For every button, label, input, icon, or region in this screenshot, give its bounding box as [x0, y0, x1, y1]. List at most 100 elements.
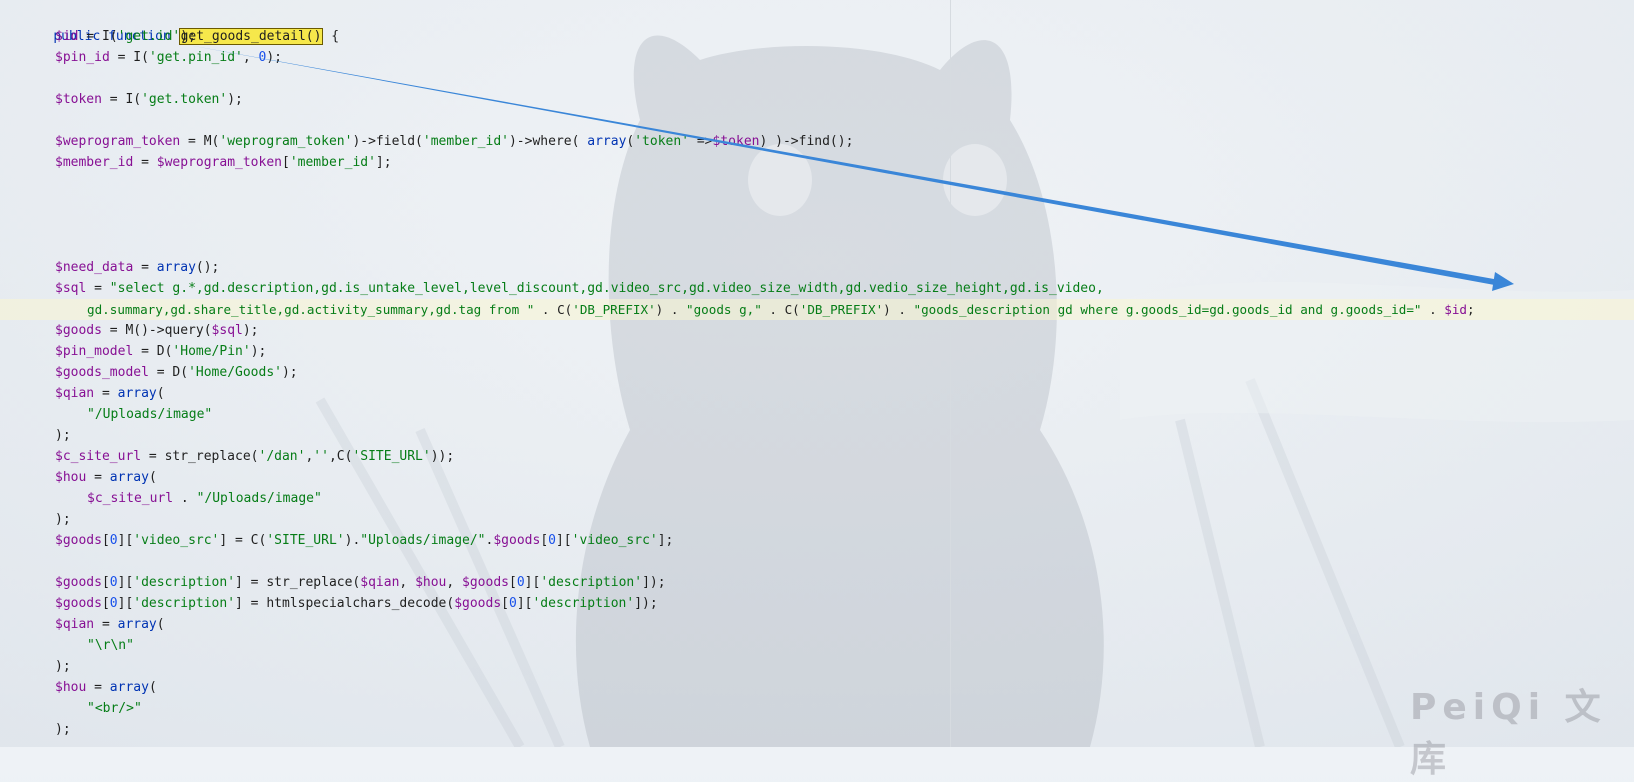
string: "select g.*,gd.description,gd.is_untake_… — [109, 281, 1104, 296]
operator: = M()->query( — [101, 323, 212, 338]
punctuation: ( — [148, 680, 157, 695]
variable: $qian — [55, 386, 95, 401]
code-line-4[interactable]: $token = I('get.token'); — [0, 89, 1634, 110]
punctuation: ); — [266, 50, 282, 65]
punctuation: ][ — [555, 533, 572, 548]
string: 'description' — [133, 596, 236, 611]
punctuation: [ — [540, 533, 549, 548]
string: 'SITE_URL' — [352, 449, 431, 464]
string: "/Uploads/image" — [196, 491, 322, 506]
string: 'member_id' — [289, 155, 376, 170]
operator: ) . — [655, 302, 687, 317]
punctuation: ]; — [375, 155, 392, 170]
variable: $goods — [55, 323, 102, 338]
variable: $weprogram_token — [55, 134, 181, 149]
string: 'DB_PREFIX' — [572, 302, 656, 317]
code-line-22[interactable]: $goods[0]['description'] = htmlspecialch… — [0, 593, 1634, 614]
punctuation: ( — [156, 386, 165, 401]
code-line-16[interactable]: $c_site_url = str_replace('/dan','',C('S… — [0, 446, 1634, 467]
code-line-13[interactable]: $qian = array( — [0, 383, 1634, 404]
operator: => — [689, 134, 713, 149]
string: 'weprogram_token' — [219, 134, 353, 149]
operator: . — [173, 491, 197, 506]
code-line-11[interactable]: $pin_model = D('Home/Pin'); — [0, 341, 1634, 362]
string: 'get.token' — [141, 92, 228, 107]
code-line-19[interactable]: ); — [0, 509, 1634, 530]
string: 'get.pin_id' — [148, 50, 243, 65]
variable: $hou — [55, 680, 87, 695]
code-line-27[interactable]: "<br/>" — [0, 698, 1634, 719]
punctuation: , — [446, 575, 463, 590]
punctuation: ); — [227, 92, 243, 107]
keyword-array: array — [109, 470, 149, 485]
punctuation: , — [399, 575, 416, 590]
operator: ) . — [883, 302, 914, 317]
code-editor[interactable]: public function get_goods_detail() { $id… — [0, 0, 1634, 747]
operator: = — [86, 680, 110, 695]
keyword-array: array — [587, 134, 627, 149]
punctuation: ][ — [117, 575, 134, 590]
punctuation: ); — [180, 29, 196, 44]
variable: $pin_model — [55, 344, 134, 359]
operator: = M( — [180, 134, 220, 149]
operator: = D( — [148, 365, 189, 380]
code-line-23[interactable]: $qian = array( — [0, 614, 1634, 635]
code-line-9-current[interactable]: gd.summary,gd.share_title,gd.activity_su… — [0, 299, 1634, 320]
variable: $c_site_url — [87, 491, 174, 506]
operator: ] = C( — [219, 533, 267, 548]
operator: = — [86, 470, 110, 485]
code-line-2[interactable]: $id = I('get.id'); — [0, 26, 1634, 47]
code-line-5[interactable]: $weprogram_token = M('weprogram_token')-… — [0, 131, 1634, 152]
string: 'member_id' — [422, 134, 509, 149]
variable: $id — [1444, 302, 1468, 317]
string: 'description' — [532, 596, 635, 611]
number: 0 — [109, 533, 118, 548]
code-line-15[interactable]: ); — [0, 425, 1634, 446]
code-line-14[interactable]: "/Uploads/image" — [0, 404, 1634, 425]
code-line-20[interactable]: $goods[0]['video_src'] = C('SITE_URL')."… — [0, 530, 1634, 551]
punctuation: ( — [148, 470, 157, 485]
punctuation: ); — [55, 512, 71, 527]
variable: $goods — [55, 533, 102, 548]
punctuation: [ — [501, 596, 509, 611]
code-line-6[interactable]: $member_id = $weprogram_token['member_id… — [0, 152, 1634, 173]
code-line-18[interactable]: $c_site_url . "/Uploads/image" — [0, 488, 1634, 509]
variable: $token — [55, 92, 102, 107]
code-line-3[interactable]: $pin_id = I('get.pin_id', 0); — [0, 47, 1634, 68]
number: 0 — [508, 596, 517, 611]
operator: = — [94, 386, 118, 401]
operator: = I( — [109, 50, 149, 65]
code-line-17[interactable]: $hou = array( — [0, 467, 1634, 488]
variable: $goods — [454, 596, 502, 611]
string: gd.summary,gd.share_title,gd.activity_su… — [87, 302, 535, 317]
variable: $c_site_url — [55, 449, 142, 464]
variable: $hou — [415, 575, 447, 590]
keyword-array: array — [109, 680, 149, 695]
code-line-7[interactable]: $need_data = array(); — [0, 257, 1634, 278]
variable: $sql — [211, 323, 243, 338]
punctuation: ); — [250, 344, 267, 359]
code-line-25[interactable]: ); — [0, 656, 1634, 677]
string: "goods g," — [686, 302, 762, 317]
code-line-21[interactable]: $goods[0]['description'] = str_replace($… — [0, 572, 1634, 593]
code-line-10[interactable]: $goods = M()->query($sql); — [0, 320, 1634, 341]
punctuation: ( — [156, 617, 165, 632]
code-line-1[interactable]: public function get_goods_detail() { — [0, 5, 1634, 45]
string: "<br/>" — [87, 701, 142, 716]
keyword-array: array — [117, 617, 157, 632]
punctuation: [ — [101, 533, 110, 548]
code-line-28[interactable]: ); — [0, 719, 1634, 740]
code-line-26[interactable]: $hou = array( — [0, 677, 1634, 698]
code-line-12[interactable]: $goods_model = D('Home/Goods'); — [0, 362, 1634, 383]
punctuation: )); — [430, 449, 455, 464]
punctuation: ]; — [657, 533, 674, 548]
operator: ,C( — [328, 449, 353, 464]
string: 'DB_PREFIX' — [799, 302, 884, 317]
string: 'Home/Goods' — [188, 365, 282, 380]
operator: ] = htmlspecialchars_decode( — [235, 596, 455, 611]
code-line-24[interactable]: "\r\n" — [0, 635, 1634, 656]
variable: $token — [712, 134, 760, 149]
operator: )->field( — [352, 134, 423, 149]
code-line-8[interactable]: $sql = "select g.*,gd.description,gd.is_… — [0, 278, 1634, 299]
operator: = I( — [101, 92, 142, 107]
